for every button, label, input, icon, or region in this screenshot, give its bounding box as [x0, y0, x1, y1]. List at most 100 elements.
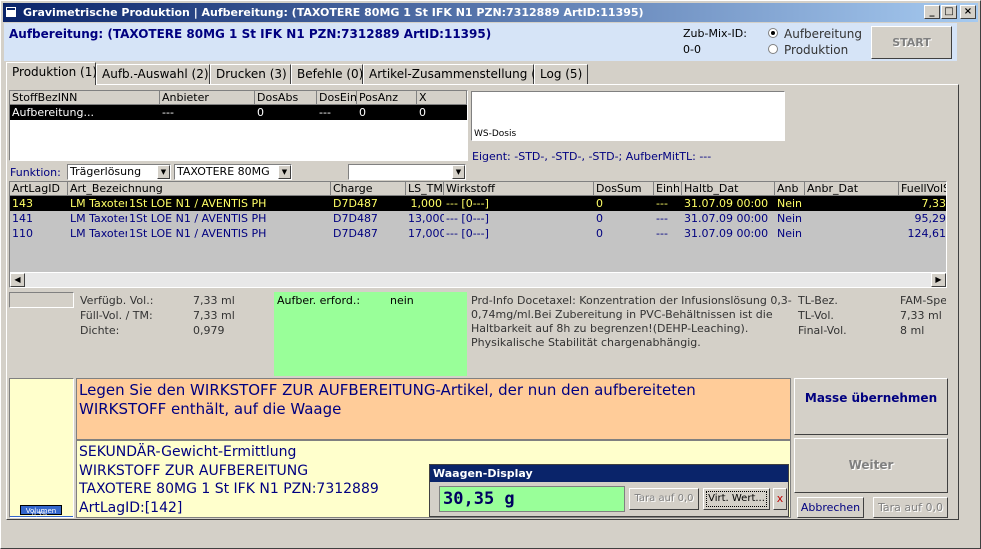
table-cell: LM Taxotere 80mg: [70, 212, 127, 225]
tara-scale-button[interactable]: Tara auf 0,0: [629, 488, 699, 510]
tab-aufb-auswahl[interactable]: Aufb.-Auswahl (2): [96, 64, 210, 84]
table-cell: 1St LOE N1 / AVENTIS PH: [129, 197, 267, 210]
table-cell: 1St LOE N1 / AVENTIS PH: [129, 227, 267, 240]
fuell-value: 7,33 ml: [193, 309, 235, 322]
scroll-left-icon[interactable]: ◀: [10, 273, 25, 287]
window-title: Gravimetrische Produktion | Aufbereitung…: [23, 6, 644, 19]
table-cell: 1,000: [410, 197, 443, 210]
artikel-select[interactable]: TAXOTERE 80MG ▼: [174, 164, 292, 180]
table-cell: Nein: [777, 212, 803, 225]
horizontal-scrollbar[interactable]: ◀ ▶: [10, 272, 946, 287]
chevron-down-icon[interactable]: ▼: [452, 165, 465, 179]
radio-produktion[interactable]: [768, 44, 778, 54]
column-header[interactable]: Art_Bezeichnung: [68, 182, 331, 196]
stoff-grid[interactable]: StoffBezINN Anbieter DosAbs DosEin PosAn…: [9, 90, 468, 161]
eigent-text: Eigent: -STD-, -STD-, -STD-; AufberMitTL…: [472, 150, 712, 163]
artikel-grid[interactable]: ArtLagID Art_Bezeichnung Charge LS_TM Wirkst…: [9, 181, 947, 288]
tab-befehle[interactable]: Befehle (0): [291, 64, 363, 84]
dichte-value: 0,979: [193, 324, 225, 337]
app-icon: [5, 6, 17, 18]
aufber-label: Aufber. erford.:: [277, 294, 361, 307]
col-x[interactable]: X: [417, 91, 467, 105]
tlbez-label: TL-Bez.: [798, 294, 838, 307]
table-row[interactable]: Aufbereitung... --- 0 --- 0 0: [10, 105, 467, 120]
chevron-down-icon[interactable]: ▼: [278, 165, 291, 179]
secondary-text: SEKUNDÄR-Gewicht-Ermittlung WIRKSTOFF ZU…: [79, 443, 379, 517]
column-header[interactable]: Einh: [654, 182, 682, 196]
radio-produktion-label: Produktion: [784, 43, 849, 57]
table-cell: 17,000: [408, 227, 444, 240]
fuell-label: Füll-Vol. / TM:: [80, 309, 153, 322]
chevron-down-icon[interactable]: ▼: [157, 165, 170, 179]
table-cell: 13,000: [408, 212, 444, 225]
funktion-select[interactable]: Trägerlösung ▼: [67, 164, 171, 180]
close-window-button[interactable]: ×: [960, 5, 976, 19]
table-cell: 31.07.09 00:00: [684, 197, 769, 210]
table-cell: --- [0---]: [446, 227, 489, 240]
volume-percent: 0,3%: [32, 511, 48, 518]
col-posanz[interactable]: PosAnz: [357, 91, 417, 105]
header-title: Aufbereitung: (TAXOTERE 80MG 1 St IFK N1…: [9, 27, 492, 41]
table-row[interactable]: 110 LM Taxotere 80mg1St LOE N1 / AVENTIS …: [10, 226, 946, 241]
table-cell: 31.07.09 00:00: [684, 227, 769, 240]
table-cell: 1St LOE N1 / AVENTIS PH: [129, 212, 267, 225]
column-header[interactable]: DosSum: [594, 182, 654, 196]
scroll-right-icon[interactable]: ▶: [931, 273, 946, 287]
grid-header: ArtLagID Art_Bezeichnung Charge LS_TM Wirkst…: [10, 182, 946, 196]
extra-select[interactable]: ▼: [348, 164, 466, 180]
column-header[interactable]: FuellVolSoll: [899, 182, 946, 196]
status-box: [9, 292, 74, 308]
instruction-text: Legen Sie den WIRKSTOFF ZUR AUFBEREITUNG…: [79, 381, 696, 418]
table-cell: 143: [12, 197, 33, 210]
table-cell: ---: [656, 227, 668, 240]
column-header[interactable]: LS_TM: [406, 182, 444, 196]
column-header[interactable]: Charge: [331, 182, 406, 196]
virt-wert-button[interactable]: Virt. Wert...: [703, 488, 770, 510]
table-cell: 0: [596, 197, 603, 210]
tlvol-label: TL-Vol.: [798, 309, 834, 322]
close-scale-icon[interactable]: x: [773, 488, 787, 510]
table-cell: D7D487: [333, 212, 378, 225]
title-bar: Gravimetrische Produktion | Aufbereitung…: [3, 3, 978, 22]
radio-aufbereitung[interactable]: [768, 28, 778, 38]
scale-title: Waagen-Display: [430, 465, 788, 482]
column-header[interactable]: Haltb_Dat: [682, 182, 775, 196]
scale-value: 30,35 g: [439, 486, 625, 512]
table-cell: 141: [12, 212, 33, 225]
col-dosein[interactable]: DosEin: [317, 91, 357, 105]
table-cell: Nein: [777, 197, 803, 210]
minimize-button[interactable]: _: [924, 5, 940, 19]
table-cell: 110: [12, 227, 33, 240]
column-header[interactable]: Wirkstoff: [444, 182, 594, 196]
weiter-button[interactable]: Weiter: [794, 438, 948, 493]
table-cell: D7D487: [333, 227, 378, 240]
tab-drucken[interactable]: Drucken (3): [210, 64, 291, 84]
tlvol-value: 7,33 ml: [900, 309, 942, 322]
radio-aufbereitung-label: Aufbereitung: [784, 27, 862, 41]
aufber-status-box: Aufber. erford.: nein: [274, 292, 467, 376]
table-cell: 7,33: [921, 197, 947, 210]
column-header[interactable]: Anb: [775, 182, 805, 196]
tara-button[interactable]: Tara auf 0,0: [873, 497, 948, 518]
tab-artikel-zusammenstellung[interactable]: Artikel-Zusammenstellung (4): [363, 64, 548, 84]
abbrechen-button[interactable]: Abbrechen: [797, 497, 864, 518]
tab-log[interactable]: Log (5): [534, 64, 588, 84]
verfueg-value: 7,33 ml: [193, 294, 235, 307]
ws-dosis-box: WS-Dosis: [471, 91, 785, 141]
start-button[interactable]: START: [871, 26, 952, 59]
column-header[interactable]: Anbr_Dat: [805, 182, 899, 196]
funktion-label: Funktion:: [10, 166, 61, 179]
col-stoffbezinn[interactable]: StoffBezINN: [10, 91, 160, 105]
masse-uebernehmen-button[interactable]: Masse übernehmen: [794, 378, 948, 435]
table-cell: LM Taxotere 80mg: [70, 197, 127, 210]
tab-produktion[interactable]: Produktion (1): [6, 62, 97, 85]
column-header[interactable]: ArtLagID: [10, 182, 68, 196]
table-row[interactable]: 143 LM Taxotere 80mg1St LOE N1 / AVENTIS …: [10, 196, 947, 211]
table-row[interactable]: 141 LM Taxotere 80mg1St LOE N1 / AVENTIS …: [10, 211, 946, 226]
table-cell: 0: [596, 227, 603, 240]
maximize-button[interactable]: □: [941, 5, 957, 19]
final-value: 8 ml: [900, 324, 925, 337]
col-anbieter[interactable]: Anbieter: [160, 91, 255, 105]
col-dosabs[interactable]: DosAbs: [255, 91, 317, 105]
zubmix-label: Zub-Mix-ID:: [683, 27, 747, 40]
